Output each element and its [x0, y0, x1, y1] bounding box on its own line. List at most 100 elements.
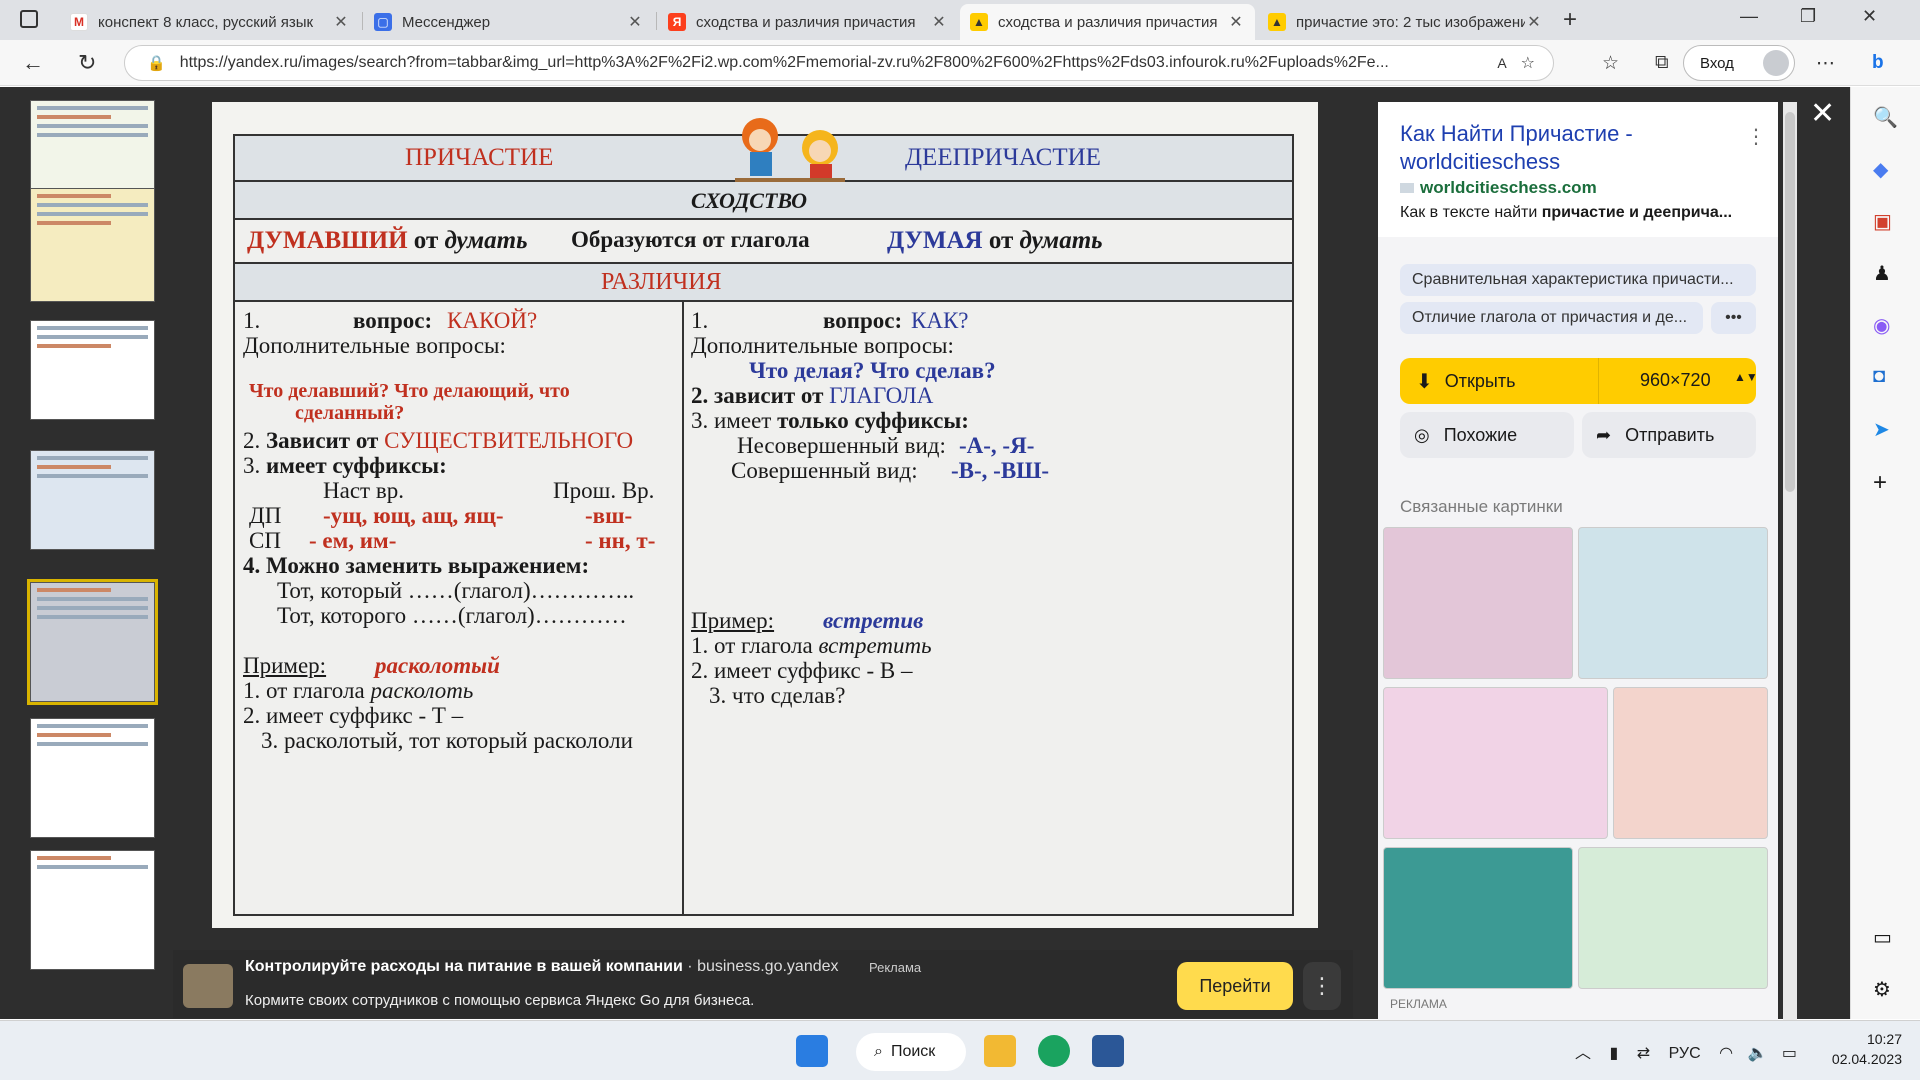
favorite-star-icon[interactable]: ☆: [1521, 53, 1535, 73]
minimize-button[interactable]: —: [1740, 6, 1758, 27]
source-card: Как Найти Причастие - worldcitieschess ⋮…: [1378, 102, 1778, 237]
differences-heading: РАЗЛИЧИЯ: [601, 269, 722, 295]
close-tab-icon[interactable]: ✕: [1525, 12, 1543, 32]
related-image[interactable]: [1578, 527, 1768, 679]
wifi-icon[interactable]: ◠: [1719, 1045, 1733, 1062]
thumbnail[interactable]: [30, 188, 155, 302]
source-domain[interactable]: worldcitieschess.com: [1400, 178, 1597, 198]
system-tray[interactable]: ︿ ▮ ⇄ РУС ◠ 🔈 ▭: [1575, 1039, 1797, 1063]
related-image[interactable]: [1383, 847, 1573, 989]
source-title[interactable]: Как Найти Причастие - worldcitieschess: [1400, 120, 1740, 176]
refresh-icon[interactable]: ↻: [78, 50, 96, 76]
office-icon[interactable]: ◉: [1873, 313, 1890, 338]
add-icon[interactable]: +: [1873, 469, 1887, 497]
close-tab-icon[interactable]: ✕: [626, 12, 644, 32]
windows-start-icon[interactable]: [796, 1035, 828, 1067]
ad-go-button[interactable]: Перейти: [1177, 962, 1293, 1010]
similar-button[interactable]: ◎ Похожие: [1400, 412, 1574, 458]
ad-label: Реклама: [869, 960, 922, 975]
word-icon[interactable]: [1092, 1035, 1124, 1067]
file-explorer-icon[interactable]: [984, 1035, 1016, 1067]
size-selector[interactable]: 960×720: [1640, 370, 1711, 391]
network-icon[interactable]: ▮: [1609, 1045, 1618, 1062]
tab-actions-icon[interactable]: [20, 10, 38, 28]
new-tab-button[interactable]: +: [1563, 6, 1577, 34]
thumbnail[interactable]: [30, 718, 155, 838]
tab-gmail[interactable]: M конспект 8 класс, русский язык ✕: [60, 4, 360, 40]
ad-more-icon[interactable]: ⋮: [1303, 962, 1341, 1010]
ad-avatar: [183, 964, 233, 1008]
close-viewer-icon[interactable]: ✕: [1810, 96, 1835, 131]
size-toggle-icon[interactable]: ▲▼: [1734, 370, 1758, 384]
related-image[interactable]: [1383, 687, 1608, 839]
num: 2.: [243, 428, 266, 453]
games-icon[interactable]: ♟: [1873, 261, 1891, 286]
panel-scrollbar[interactable]: [1783, 102, 1797, 1020]
related-query-chip[interactable]: Сравнительная характеристика причасти...: [1400, 264, 1756, 296]
more-chips-icon[interactable]: •••: [1711, 302, 1756, 334]
maximize-button[interactable]: ❐: [1800, 6, 1816, 27]
related-query-chip[interactable]: Отличие глагола от причастия и де...: [1400, 302, 1703, 334]
taskbar-search[interactable]: ⌕ Поиск: [856, 1033, 966, 1071]
tab-yandex-images[interactable]: ▲ причастие это: 2 тыс изображений ✕: [1258, 4, 1553, 40]
thumbnail[interactable]: [30, 850, 155, 970]
read-aloud-icon[interactable]: A: [1497, 55, 1506, 71]
clock[interactable]: 10:27 02.04.2023: [1822, 1029, 1902, 1069]
related-image[interactable]: [1383, 527, 1573, 679]
outlook-icon[interactable]: ◘: [1873, 365, 1885, 388]
sidebar-toggle-icon[interactable]: ▭: [1873, 925, 1892, 950]
battery-icon[interactable]: ▭: [1782, 1045, 1797, 1062]
tab-messenger[interactable]: ▢ Мессенджер ✕: [364, 4, 654, 40]
thumbnail[interactable]: [30, 450, 155, 550]
right-extra-q: Что делая? Что сделав?: [749, 358, 996, 383]
search-icon[interactable]: 🔍: [1873, 105, 1898, 130]
thumbnail[interactable]: [30, 100, 155, 200]
thumbnail[interactable]: [30, 320, 155, 420]
title-right: ДЕЕПРИЧАСТИЕ: [905, 144, 1101, 171]
close-tab-icon[interactable]: ✕: [1227, 12, 1245, 32]
open-button[interactable]: ⬇ Открыть 960×720 ▲▼: [1400, 358, 1758, 404]
tools-icon[interactable]: ▣: [1873, 209, 1892, 234]
bing-icon[interactable]: b: [1872, 52, 1884, 74]
left-extra-q1: Что делавший? Что делающий, что: [249, 380, 570, 402]
collections-icon[interactable]: ⧉: [1655, 52, 1669, 74]
related-image[interactable]: [1578, 847, 1768, 989]
sync-icon[interactable]: ⇄: [1637, 1045, 1650, 1062]
left-suffixes: 3. имеет суффиксы:: [243, 453, 447, 479]
gear-icon[interactable]: ⚙: [1873, 977, 1891, 1002]
left-dependency: 2. Зависит от СУЩЕСТВИТЕЛЬНОГО: [243, 428, 633, 454]
volume-icon[interactable]: 🔈: [1748, 1045, 1768, 1062]
yandex-images-icon: ▲: [970, 13, 988, 31]
login-button[interactable]: Вход: [1683, 45, 1795, 81]
tab-yandex-images-active[interactable]: ▲ сходства и различия причастия ✕: [960, 4, 1255, 40]
sp-present: - ем, им-: [309, 528, 397, 553]
ad-title[interactable]: Контролируйте расходы на питание в вашей…: [245, 958, 839, 976]
edge-icon[interactable]: [1038, 1035, 1070, 1067]
tab-yandex-search[interactable]: Я сходства и различия причастия ✕: [658, 4, 958, 40]
settings-menu-icon[interactable]: ⋯: [1816, 52, 1835, 75]
source-description: Как в тексте найти причастие и дееприча.…: [1400, 204, 1770, 222]
language-indicator[interactable]: РУС: [1669, 1045, 1701, 1062]
ex1-verb: встретить: [818, 633, 932, 658]
url-text: https://yandex.ru/images/search?from=tab…: [179, 54, 1389, 71]
thumbnail-selected[interactable]: [27, 579, 158, 705]
chevron-up-icon[interactable]: ︿: [1575, 1045, 1591, 1062]
more-options-icon[interactable]: ⋮: [1746, 124, 1766, 149]
ad-banner[interactable]: Контролируйте расходы на питание в вашей…: [173, 950, 1353, 1018]
left-ex3: 3. расколотый, тот который раскололи: [261, 728, 633, 753]
title-row: ПРИЧАСТИЕ ДЕЕПРИЧАСТИЕ: [235, 118, 1292, 183]
desc-pre: Как в тексте найти: [1400, 204, 1542, 221]
back-arrow-icon[interactable]: ←: [22, 50, 44, 76]
close-window-button[interactable]: ✕: [1862, 6, 1877, 27]
url-field[interactable]: 🔒 https://yandex.ru/images/search?from=t…: [124, 45, 1554, 81]
close-tab-icon[interactable]: ✕: [930, 12, 948, 32]
desc-bold: причастие и дееприча...: [1541, 204, 1733, 221]
share-button[interactable]: ➦ Отправить: [1582, 412, 1756, 458]
sp-past: - нн, т-: [585, 528, 656, 553]
tag-icon[interactable]: ◆: [1873, 157, 1888, 182]
related-image[interactable]: [1613, 687, 1768, 839]
send-icon[interactable]: ➤: [1873, 417, 1890, 442]
close-tab-icon[interactable]: ✕: [332, 12, 350, 32]
search-icon: ⌕: [874, 1043, 883, 1060]
favorites-icon[interactable]: ☆: [1602, 52, 1619, 75]
